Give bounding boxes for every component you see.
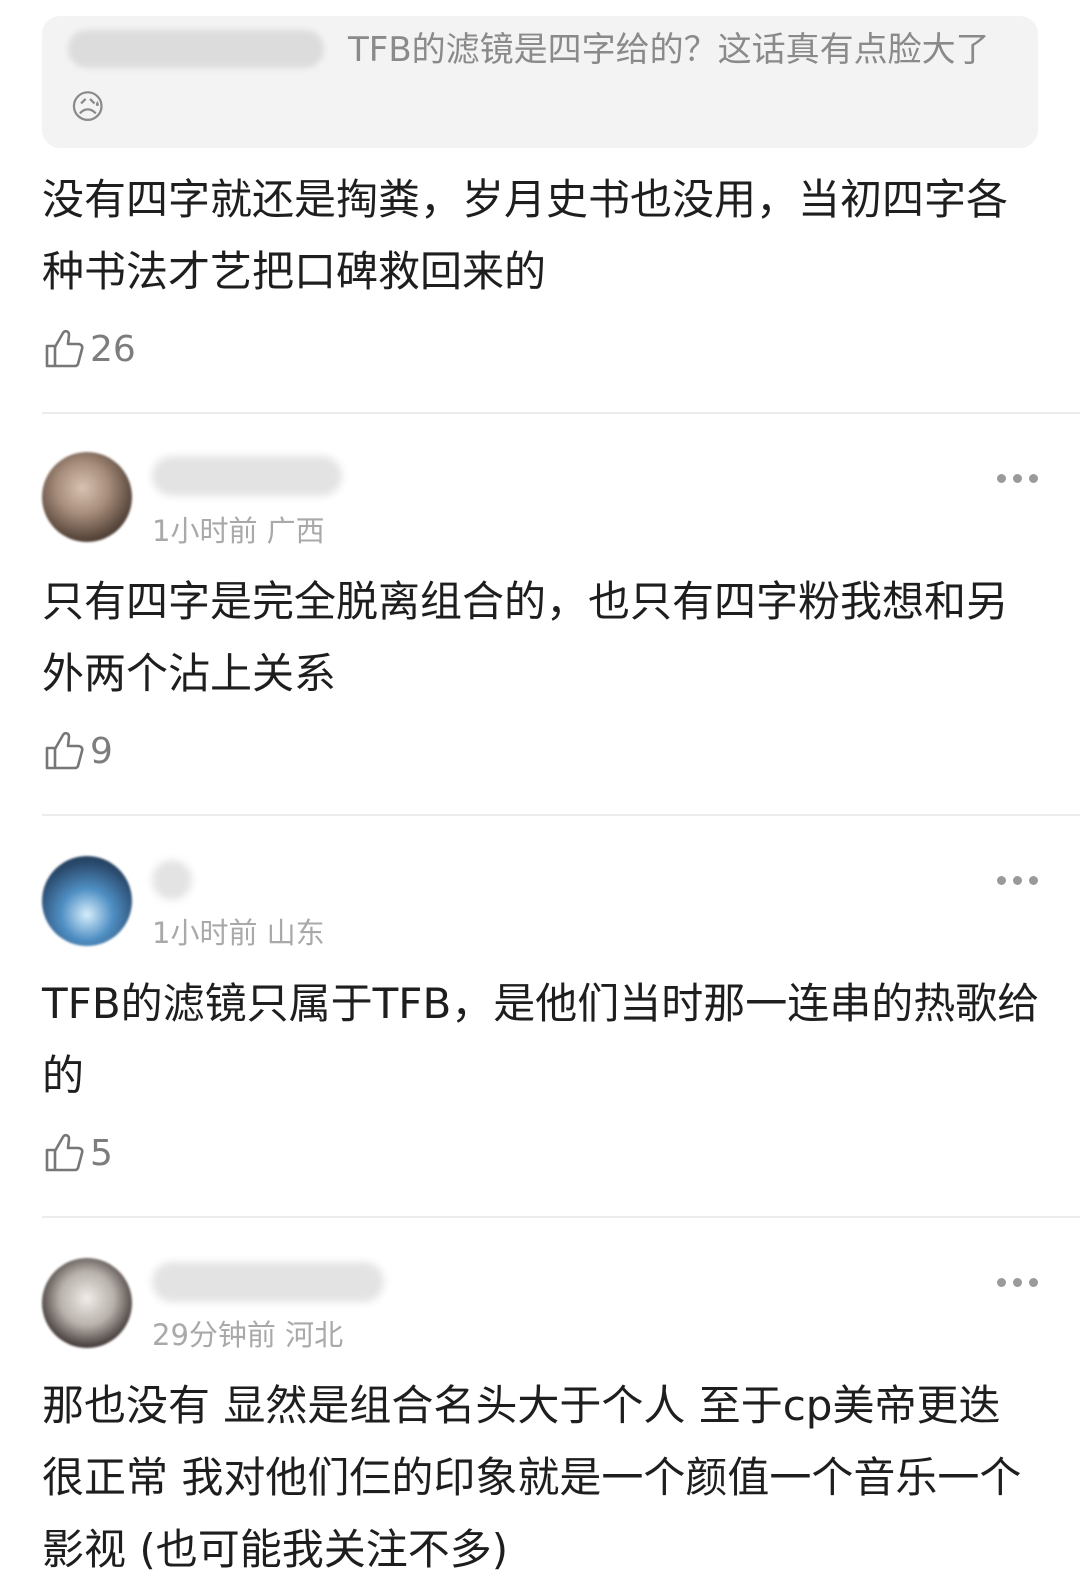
like-button[interactable]: 5 bbox=[44, 1132, 113, 1174]
thumbs-up-icon bbox=[45, 329, 84, 368]
comment-text: TFB的滤镜只属于TFB，是他们当时那一连串的热歌给的 bbox=[42, 979, 1040, 1100]
divider bbox=[42, 814, 1080, 816]
username-blurred[interactable] bbox=[152, 1262, 384, 1302]
sad-sweat-emoji-icon: 😥 bbox=[70, 87, 106, 128]
like-button[interactable]: 26 bbox=[44, 328, 136, 370]
divider bbox=[42, 1216, 1080, 1218]
like-count: 26 bbox=[90, 328, 136, 370]
divider bbox=[42, 412, 1080, 414]
comment-text: 只有四字是完全脱离组合的，也只有四字粉我想和另外两个沾上关系 bbox=[42, 577, 1009, 698]
like-button[interactable]: 9 bbox=[44, 730, 113, 772]
avatar[interactable] bbox=[42, 1258, 132, 1348]
like-count: 5 bbox=[90, 1132, 113, 1174]
comment-meta: 1小时前 广西 bbox=[152, 514, 325, 548]
like-count: 9 bbox=[90, 730, 113, 772]
quoted-reply-text: TFB的滤镜是四字给的？这话真有点脸大了 😥 bbox=[70, 22, 1020, 136]
thumbs-up-icon bbox=[45, 731, 84, 770]
avatar[interactable] bbox=[42, 452, 132, 542]
username-blurred[interactable] bbox=[152, 860, 192, 900]
comment-meta: 29分钟前 河北 bbox=[152, 1318, 344, 1352]
quoted-text: TFB的滤镜是四字给的？这话真有点脸大了 bbox=[348, 30, 990, 70]
username-blurred[interactable] bbox=[152, 456, 342, 496]
comment-meta: 1小时前 山东 bbox=[152, 916, 325, 950]
more-dots-icon[interactable] bbox=[997, 474, 1038, 483]
comment-text: 没有四字就还是掏粪，岁月史书也没用，当初四字各种书法才艺把口碑救回来的 bbox=[42, 175, 1009, 296]
more-dots-icon[interactable] bbox=[997, 876, 1038, 885]
thumbs-up-icon bbox=[45, 1133, 84, 1172]
comment-text: 那也没有 显然是组合名头大于个人 至于cp美帝更迭很正常 我对他们仨的印象就是一… bbox=[42, 1381, 1022, 1574]
more-dots-icon[interactable] bbox=[997, 1278, 1038, 1287]
avatar[interactable] bbox=[42, 856, 132, 946]
